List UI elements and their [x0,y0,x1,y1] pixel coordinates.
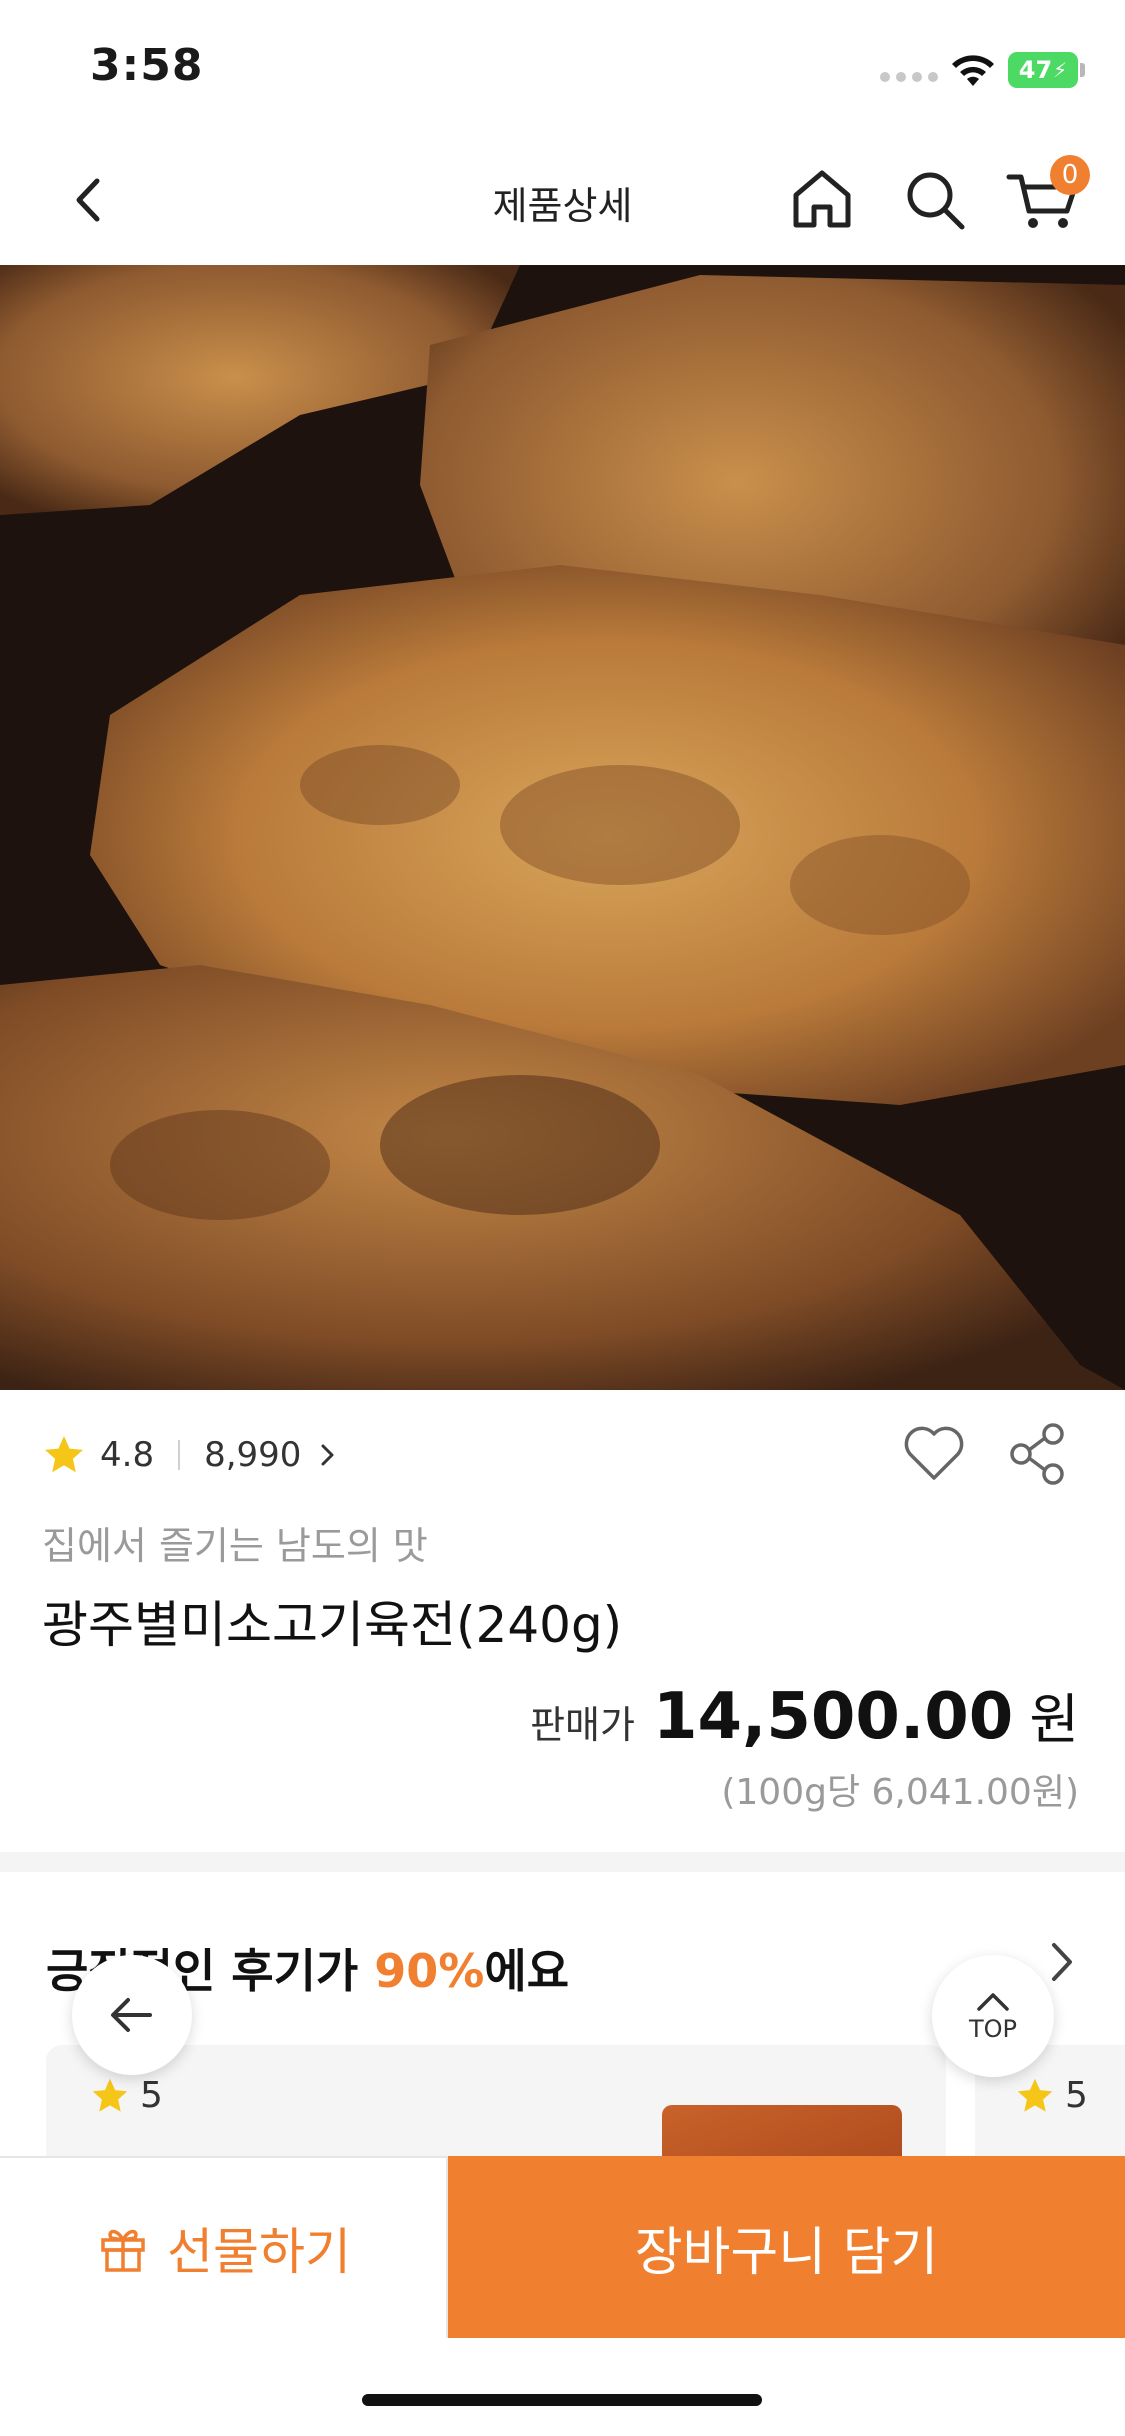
review-card-rating-value: 5 [1065,2075,1088,2116]
share-icon[interactable] [1005,1420,1071,1488]
review-card-rating-value: 5 [140,2075,163,2116]
review-card-rating: 5 [1015,2075,1088,2116]
star-icon [92,2078,128,2112]
scroll-to-top-label: TOP [968,2015,1018,2043]
nav-bar: 제품상세 0 [0,135,1125,265]
add-to-cart-button[interactable]: 장바구니 담기 [448,2156,1125,2338]
heart-icon[interactable] [900,1420,968,1488]
food-photo [0,265,1125,1390]
product-name: 광주별미소고기육전(240g) [42,1596,623,1654]
star-icon [1017,2078,1053,2112]
cart-count-badge: 0 [1050,155,1090,195]
price-unit: 원 [1029,1688,1079,1751]
unit-price: (100g당 6,041.00원) [721,1772,1079,1813]
battery-level: 47 [1018,56,1053,84]
gift-button[interactable]: 선물하기 [0,2156,448,2338]
star-icon [45,1436,83,1473]
divider [178,1440,181,1470]
bottom-safe-area [0,2338,1125,2436]
battery-cap [1080,63,1085,77]
chevron-right-icon[interactable] [1040,1935,1084,1989]
battery-icon: 47 ⚡ [1008,52,1078,88]
price-label: 판매가 [530,1703,635,1747]
price-row: 판매가 14,500.00 원 [530,1675,1079,1754]
cellular-signal-icon [880,72,938,82]
status-bar: 3:58 47 ⚡ [0,0,1125,135]
scroll-to-top-button[interactable]: TOP [932,1955,1054,2077]
home-icon[interactable] [786,163,858,235]
review-title-suffix: 에요 [484,1944,570,1998]
status-time: 3:58 [90,40,204,91]
floating-back-button[interactable] [72,1955,192,2075]
gift-icon [101,2229,145,2272]
chevron-up-icon [977,1993,1009,2011]
arrow-left-icon [111,1998,152,2032]
search-icon[interactable] [900,165,970,235]
wifi-icon [952,55,994,86]
chevron-right-icon [321,1444,334,1466]
bottom-action-bar: 선물하기 장바구니 담기 [0,2156,1125,2338]
review-positive-percent: 90% [374,1944,485,1998]
back-chevron-icon[interactable] [55,165,125,235]
price-value: 14,500.00 [652,1680,1014,1754]
home-indicator [362,2394,762,2406]
review-count: 8,990 [204,1435,302,1475]
product-subtitle: 집에서 즐기는 남도의 맛 [42,1524,428,1568]
rating-row[interactable]: 4.8 8,990 [42,1425,341,1485]
product-image-carousel[interactable] [0,265,1125,1390]
rating-value: 4.8 [100,1435,155,1475]
section-divider [0,1852,1125,1872]
review-card-rating: 5 [90,2075,163,2116]
add-to-cart-label: 장바구니 담기 [634,2222,939,2283]
gift-button-label: 선물하기 [167,2223,351,2281]
